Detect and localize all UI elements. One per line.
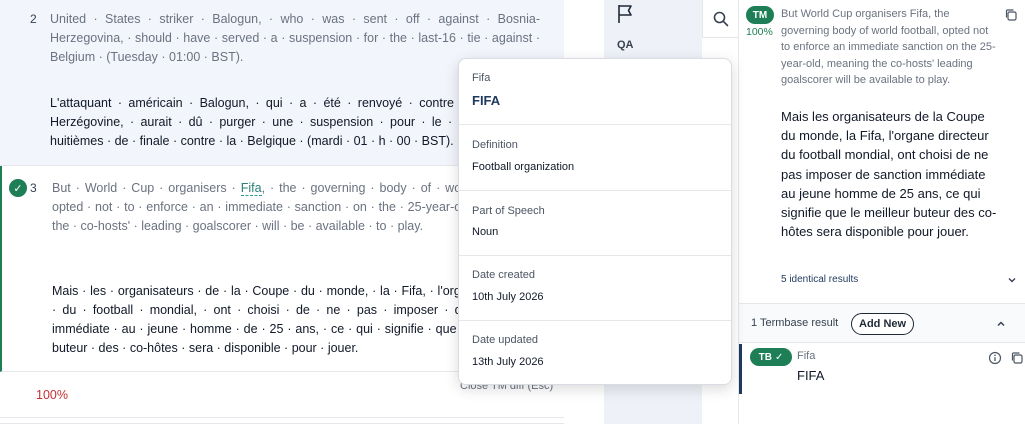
- tb-source-term: Fifa: [797, 350, 816, 362]
- segment-number: 3: [30, 181, 37, 195]
- segment-number: 2: [30, 12, 37, 26]
- confirmed-check-icon[interactable]: ✓: [9, 179, 27, 197]
- popup-definition-value: Football organization: [472, 161, 575, 173]
- tb-target-term[interactable]: FIFA: [797, 368, 824, 383]
- copy-icon[interactable]: [1010, 351, 1024, 365]
- popup-definition-label: Definition: [472, 139, 518, 151]
- termbase-entry[interactable]: TB ✓ Fifa FIFA: [739, 344, 1025, 394]
- info-icon[interactable]: [988, 351, 1002, 365]
- add-new-button[interactable]: Add New: [851, 313, 915, 335]
- tm-source-text: But World Cup organisers Fifa, the gover…: [781, 8, 996, 86]
- popup-term-section: Fifa FIFA: [459, 59, 731, 125]
- popup-updated-section: Date updated 13th July 2026: [459, 321, 731, 384]
- flag-icon[interactable]: [614, 3, 636, 25]
- tm-match-percent: 100%: [746, 26, 773, 38]
- tb-badge-label: TB: [758, 351, 772, 363]
- popup-updated-value: 13th July 2026: [472, 356, 544, 368]
- termbase-highlight[interactable]: Fifa: [240, 181, 262, 196]
- term-details-popup: Fifa FIFA Definition Football organizati…: [458, 58, 732, 385]
- tb-badge: TB ✓: [750, 348, 792, 366]
- copy-icon[interactable]: [1004, 8, 1018, 22]
- source-text-part: But · World · Cup · organisers ·: [52, 181, 241, 195]
- tm-badge: TM: [746, 6, 774, 24]
- check-icon: ✓: [774, 351, 784, 363]
- popup-term-value: FIFA: [472, 93, 501, 108]
- search-button[interactable]: [702, 0, 738, 38]
- popup-created-label: Date created: [472, 269, 535, 281]
- cat-results-panel: TM 100% But World Cup organisers Fifa, t…: [738, 0, 1025, 424]
- popup-term-label: Fifa: [472, 72, 491, 84]
- popup-pos-section: Part of Speech Noun: [459, 191, 731, 256]
- chevron-up-icon[interactable]: [995, 318, 1007, 330]
- popup-definition-section: Definition Football organization: [459, 125, 731, 191]
- identical-results-link[interactable]: 5 identical results: [781, 274, 858, 285]
- match-percent: 100%: [36, 388, 68, 402]
- popup-created-value: 10th July 2026: [472, 291, 544, 303]
- divider: [0, 417, 564, 418]
- popup-pos-value: Noun: [472, 226, 499, 238]
- popup-pos-label: Part of Speech: [472, 205, 545, 217]
- popup-created-section: Date created 10th July 2026: [459, 256, 731, 321]
- termbase-header: 1 Termbase result Add New: [739, 303, 1025, 343]
- qa-tab[interactable]: QA: [617, 39, 634, 51]
- termbase-result-count: 1 Termbase result: [751, 317, 839, 329]
- chevron-down-icon[interactable]: [1006, 274, 1018, 286]
- tm-target-text[interactable]: Mais les organisateurs de la Coupe du mo…: [781, 107, 1001, 241]
- search-icon: [713, 11, 728, 26]
- popup-updated-label: Date updated: [472, 334, 539, 346]
